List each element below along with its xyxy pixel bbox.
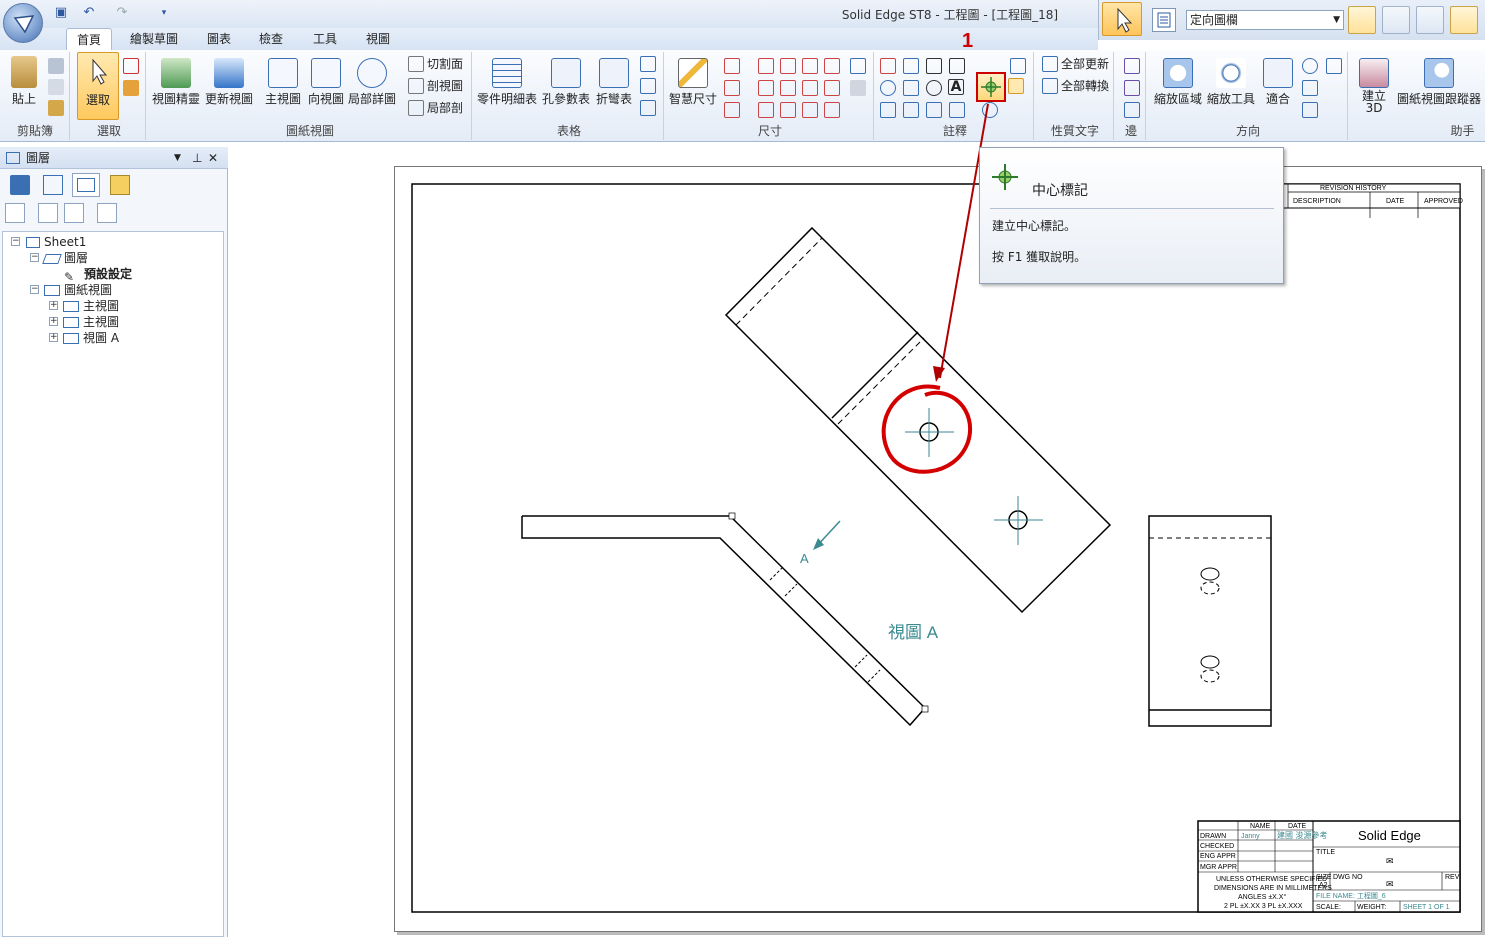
- view-a-section: [521, 512, 929, 727]
- tb-scale: SCALE:: [1316, 904, 1341, 911]
- application-button[interactable]: [3, 3, 43, 43]
- tooltip-help: 按 F1 獲取說明。: [992, 250, 1087, 264]
- tb-eng-appr: ENG APPR: [1200, 853, 1236, 860]
- center-mark-icon: [992, 164, 1018, 190]
- tooltip-description: 建立中心標記。: [992, 219, 1077, 233]
- sheet-border: [411, 183, 1461, 913]
- side-view: [1148, 515, 1272, 727]
- tb-company: Solid Edge: [1358, 828, 1421, 843]
- tb-date-col: DATE: [1288, 823, 1306, 830]
- solid-edge-logo-icon: [13, 15, 35, 34]
- view-arrow-label: A: [800, 551, 809, 566]
- revision-history-title: REVISION HISTORY: [1320, 185, 1387, 192]
- tb-note-3: ANGLES ±X.X°: [1238, 893, 1286, 901]
- tb-name-col: NAME: [1250, 823, 1271, 830]
- tb-weight: WEIGHT:: [1357, 904, 1386, 911]
- center-mark-tooltip: 中心標記 建立中心標記。 按 F1 獲取說明。: [979, 147, 1284, 284]
- tb-drawn-name: Janny: [1241, 833, 1260, 840]
- highlight-circle: [881, 384, 972, 474]
- pointer-arrowhead: [933, 366, 945, 382]
- tb-title-label: TITLE: [1316, 849, 1335, 856]
- tb-checked: CHECKED: [1200, 843, 1234, 850]
- revision-approved: APPROVED: [1424, 198, 1463, 205]
- tb-drawn: DRAWN: [1200, 833, 1226, 840]
- tooltip-divider: [990, 208, 1274, 209]
- tb-note-4: 2 PL ±X.XX 3 PL ±X.XXX: [1224, 903, 1303, 910]
- tb-note-2: DIMENSIONS ARE IN MILLIMETERS: [1214, 885, 1332, 892]
- tb-rev-label: REV: [1445, 874, 1460, 881]
- tooltip-title: 中心標記: [1032, 183, 1088, 199]
- tb-title-icon: ✉: [1386, 857, 1394, 867]
- tb-size: A2: [1319, 882, 1328, 889]
- tb-note-1: UNLESS OTHERWISE SPECIFIED: [1216, 876, 1327, 883]
- tb-sheet: SHEET 1 OF 1: [1403, 904, 1450, 911]
- tb-dwg-label: DWG NO: [1333, 874, 1363, 881]
- revision-description: DESCRIPTION: [1293, 198, 1341, 205]
- principal-view-plate: [724, 226, 1112, 614]
- tb-drawn-date: 建國 浚源參考: [1277, 830, 1328, 840]
- revision-date: DATE: [1386, 198, 1404, 205]
- view-a-label: 視圖 A: [888, 623, 939, 642]
- tb-size-label: SIZE: [1316, 874, 1332, 881]
- tb-dwg-icon: ✉: [1386, 880, 1394, 890]
- tb-file-name: FILE NAME: 工程圖_6: [1316, 891, 1386, 900]
- title-block: NAME DATE DRAWN Janny 建國 浚源參考 CHECKED EN…: [1197, 820, 1461, 913]
- drawing-canvas: REVISION HISTORY DESCRIPTION DATE APPROV…: [411, 103, 1463, 913]
- tb-mgr-appr: MGR APPR: [1200, 864, 1237, 871]
